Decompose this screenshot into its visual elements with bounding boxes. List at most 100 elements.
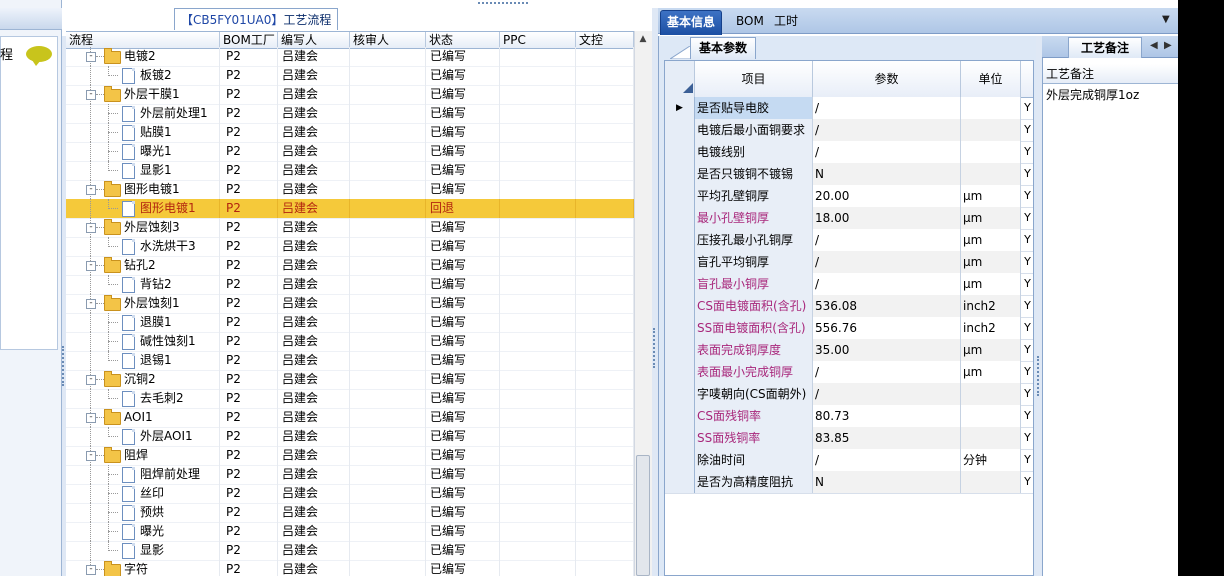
table-row[interactable]: - 阻焊 P2 吕建会 已编写 — [66, 446, 634, 466]
bom-factory-cell[interactable]: P2 — [220, 218, 278, 237]
param-unit[interactable]: inch2 — [961, 317, 1021, 339]
row-indicator[interactable] — [665, 163, 695, 185]
reviewer-cell[interactable] — [350, 332, 426, 351]
param-row[interactable]: 表面最小完成铜厚 / μm Y — [665, 361, 1033, 384]
writer-cell[interactable]: 吕建会 — [278, 85, 350, 104]
param-value[interactable]: / — [813, 273, 961, 295]
table-row[interactable]: 背钻2 P2 吕建会 已编写 — [66, 275, 634, 295]
param-row[interactable]: ▶ 是否贴导电胶 / Y — [665, 97, 1033, 120]
status-cell[interactable]: 已编写 — [426, 560, 500, 576]
bom-factory-cell[interactable]: P2 — [220, 256, 278, 275]
writer-cell[interactable]: 吕建会 — [278, 313, 350, 332]
table-row[interactable]: - 字符 P2 吕建会 已编写 — [66, 560, 634, 576]
doc-control-cell[interactable] — [576, 560, 634, 576]
doc-control-cell[interactable] — [576, 503, 634, 522]
table-row[interactable]: 板镀2 P2 吕建会 已编写 — [66, 66, 634, 86]
reviewer-cell[interactable] — [350, 199, 426, 218]
bom-factory-cell[interactable]: P2 — [220, 294, 278, 313]
bom-factory-cell[interactable]: P2 — [220, 123, 278, 142]
doc-control-cell[interactable] — [576, 446, 634, 465]
status-cell[interactable]: 已编写 — [426, 465, 500, 484]
param-row[interactable]: 平均孔壁铜厚 20.00 μm Y — [665, 185, 1033, 208]
doc-control-cell[interactable] — [576, 123, 634, 142]
writer-cell[interactable]: 吕建会 — [278, 332, 350, 351]
tree-cell[interactable]: 曝光 — [66, 522, 220, 541]
doc-control-cell[interactable] — [576, 47, 634, 66]
param-row[interactable]: 是否只镀铜不镀锡 N Y — [665, 163, 1033, 186]
tree-cell[interactable]: - 外层蚀刻1 — [66, 294, 220, 313]
ppc-cell[interactable] — [500, 275, 576, 294]
tab-next-icon[interactable]: ▶ — [1164, 40, 1172, 51]
writer-cell[interactable]: 吕建会 — [278, 446, 350, 465]
table-row[interactable]: - 外层蚀刻3 P2 吕建会 已编写 — [66, 218, 634, 238]
writer-cell[interactable]: 吕建会 — [278, 199, 350, 218]
doc-control-cell[interactable] — [576, 104, 634, 123]
table-row[interactable]: 预烘 P2 吕建会 已编写 — [66, 503, 634, 523]
reviewer-cell[interactable] — [350, 313, 426, 332]
reviewer-cell[interactable] — [350, 256, 426, 275]
col-status[interactable]: 状态 — [426, 32, 500, 48]
doc-control-cell[interactable] — [576, 180, 634, 199]
tab-basic-params[interactable]: 基本参数 — [690, 37, 757, 59]
param-value[interactable]: 35.00 — [813, 339, 961, 361]
collapse-icon[interactable]: - — [86, 52, 96, 62]
table-row[interactable]: 外层前处理1 P2 吕建会 已编写 — [66, 104, 634, 124]
param-row[interactable]: 压接孔最小孔铜厚 / μm Y — [665, 229, 1033, 252]
row-indicator[interactable] — [665, 251, 695, 273]
ppc-cell[interactable] — [500, 66, 576, 85]
status-cell[interactable]: 已编写 — [426, 237, 500, 256]
param-value[interactable]: N — [813, 471, 961, 493]
bom-factory-cell[interactable]: P2 — [220, 47, 278, 66]
table-row[interactable]: 水洗烘干3 P2 吕建会 已编写 — [66, 237, 634, 257]
chat-bubble-icon[interactable] — [26, 46, 52, 66]
param-value[interactable]: / — [813, 97, 961, 119]
reviewer-cell[interactable] — [350, 161, 426, 180]
status-cell[interactable]: 已编写 — [426, 446, 500, 465]
reviewer-cell[interactable] — [350, 370, 426, 389]
writer-cell[interactable]: 吕建会 — [278, 522, 350, 541]
collapse-icon[interactable]: - — [86, 299, 96, 309]
ppc-cell[interactable] — [500, 218, 576, 237]
ppc-cell[interactable] — [500, 142, 576, 161]
tree-cell[interactable]: - 外层蚀刻3 — [66, 218, 220, 237]
bom-factory-cell[interactable]: P2 — [220, 503, 278, 522]
doc-control-cell[interactable] — [576, 294, 634, 313]
reviewer-cell[interactable] — [350, 104, 426, 123]
param-value[interactable]: 20.00 — [813, 185, 961, 207]
writer-cell[interactable]: 吕建会 — [278, 541, 350, 560]
collapse-icon[interactable]: - — [86, 451, 96, 461]
param-row[interactable]: 盲孔平均铜厚 / μm Y — [665, 251, 1033, 274]
param-unit[interactable]: μm — [961, 229, 1021, 251]
bom-factory-cell[interactable]: P2 — [220, 541, 278, 560]
writer-cell[interactable]: 吕建会 — [278, 180, 350, 199]
param-unit[interactable]: μm — [961, 251, 1021, 273]
writer-cell[interactable]: 吕建会 — [278, 484, 350, 503]
writer-cell[interactable]: 吕建会 — [278, 142, 350, 161]
status-cell[interactable]: 已编写 — [426, 180, 500, 199]
param-row[interactable]: 盲孔最小铜厚 / μm Y — [665, 273, 1033, 296]
status-cell[interactable]: 已编写 — [426, 275, 500, 294]
row-indicator[interactable] — [665, 119, 695, 141]
tree-cell[interactable]: - 外层干膜1 — [66, 85, 220, 104]
status-cell[interactable]: 已编写 — [426, 332, 500, 351]
tree-cell[interactable]: 预烘 — [66, 503, 220, 522]
ppc-cell[interactable] — [500, 370, 576, 389]
ppc-cell[interactable] — [500, 47, 576, 66]
col-writer[interactable]: 编写人 — [278, 32, 350, 48]
param-value[interactable]: / — [813, 361, 961, 383]
param-unit[interactable]: 分钟 — [961, 449, 1021, 471]
bom-factory-cell[interactable]: P2 — [220, 332, 278, 351]
ppc-cell[interactable] — [500, 389, 576, 408]
ppc-cell[interactable] — [500, 313, 576, 332]
tree-cell[interactable]: 水洗烘干3 — [66, 237, 220, 256]
writer-cell[interactable]: 吕建会 — [278, 104, 350, 123]
param-unit[interactable] — [961, 383, 1021, 405]
status-cell[interactable]: 已编写 — [426, 503, 500, 522]
tree-cell[interactable]: - AOI1 — [66, 408, 220, 427]
status-cell[interactable]: 已编写 — [426, 294, 500, 313]
tree-cell[interactable]: - 图形电镀1 — [66, 180, 220, 199]
status-cell[interactable]: 已编写 — [426, 66, 500, 85]
doc-control-cell[interactable] — [576, 218, 634, 237]
status-cell[interactable]: 已编写 — [426, 104, 500, 123]
param-row[interactable]: 表面完成铜厚度 35.00 μm Y — [665, 339, 1033, 362]
